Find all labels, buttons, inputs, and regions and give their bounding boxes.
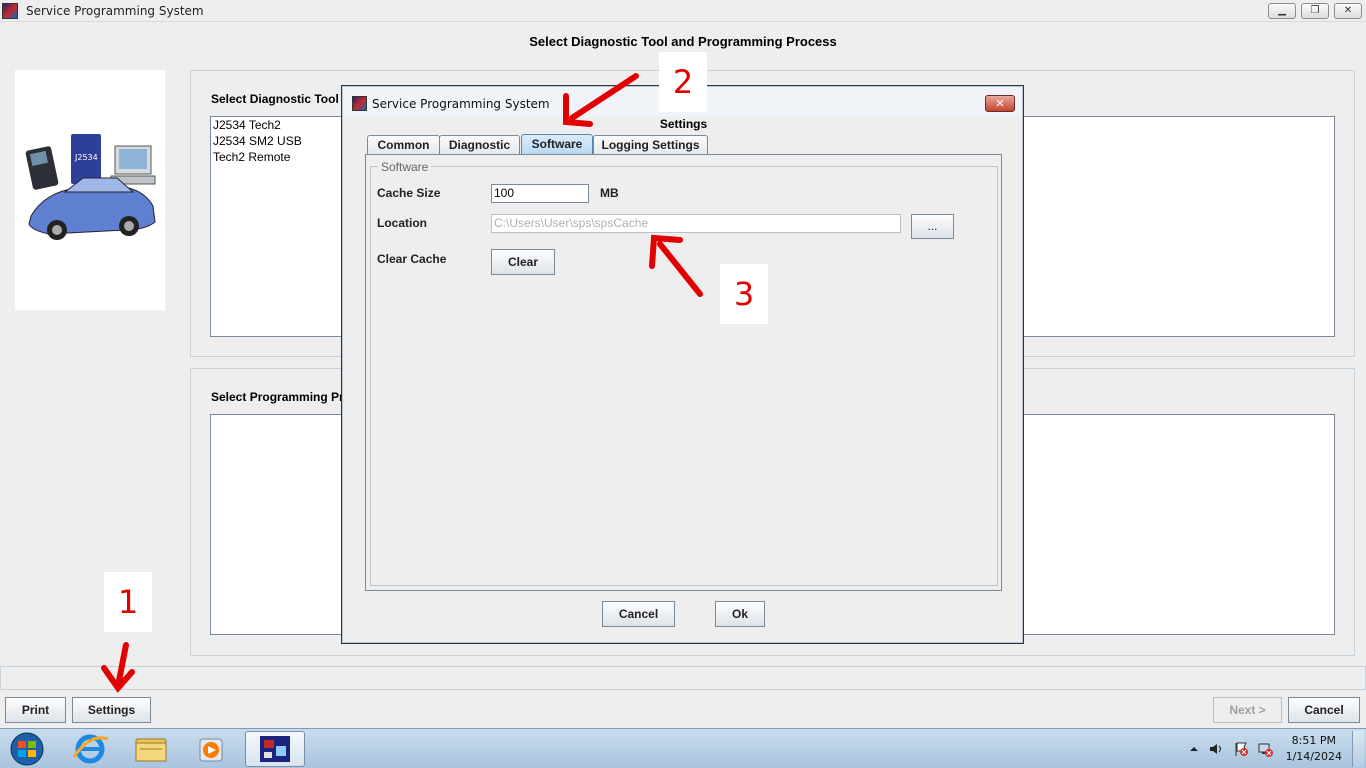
show-desktop-button[interactable] xyxy=(1352,731,1364,767)
windows-start-orb-icon xyxy=(10,732,44,766)
taskbar-file-explorer[interactable] xyxy=(122,731,178,767)
dialog-cancel-button[interactable]: Cancel xyxy=(602,601,675,627)
dialog-app-icon xyxy=(352,96,367,111)
taskbar-service-programming-system[interactable] xyxy=(245,731,305,767)
cache-size-label: Cache Size xyxy=(377,186,441,200)
volume-icon[interactable] xyxy=(1208,741,1224,757)
cache-size-unit: MB xyxy=(600,186,619,200)
tab-diagnostic[interactable]: Diagnostic xyxy=(439,135,520,155)
annotation-step-1: 1 xyxy=(104,572,152,632)
software-section-title: Software xyxy=(378,160,432,174)
diagnostic-tool-label: Select Diagnostic Tool xyxy=(211,92,339,106)
clock-date: 1/14/2024 xyxy=(1285,750,1342,763)
page-title: Select Diagnostic Tool and Programming P… xyxy=(529,34,837,49)
restore-button[interactable]: ❐ xyxy=(1301,3,1329,19)
dialog-title: Service Programming System xyxy=(372,97,550,111)
taskbar: 8:51 PM 1/14/2024 xyxy=(0,728,1366,768)
clock-time: 8:51 PM xyxy=(1291,734,1336,747)
window-titlebar: Service Programming System ▁ ❐ ✕ xyxy=(0,0,1366,22)
network-icon[interactable] xyxy=(1257,741,1273,757)
dialog-ok-button[interactable]: Ok xyxy=(715,601,765,627)
tab-logging-settings[interactable]: Logging Settings xyxy=(593,135,708,155)
cache-size-field[interactable]: 100 xyxy=(491,184,589,203)
taskbar-media-player[interactable] xyxy=(182,731,238,767)
next-button[interactable]: Next > xyxy=(1213,697,1282,723)
show-hidden-icons-icon[interactable] xyxy=(1186,741,1202,757)
status-bar xyxy=(0,666,1366,690)
programming-process-label: Select Programming Pr xyxy=(211,390,344,404)
folder-icon xyxy=(135,738,167,762)
taskbar-internet-explorer[interactable] xyxy=(62,731,118,767)
main-cancel-button[interactable]: Cancel xyxy=(1288,697,1360,723)
tab-software[interactable]: Software xyxy=(521,134,593,156)
logo-j2534-text: J2534 xyxy=(74,153,98,162)
browse-location-button[interactable]: ... xyxy=(911,214,954,239)
print-button[interactable]: Print xyxy=(5,697,66,723)
minimize-button[interactable]: ▁ xyxy=(1268,3,1296,19)
window-close-button[interactable]: ✕ xyxy=(1334,3,1362,19)
tab-common[interactable]: Common xyxy=(367,135,440,155)
clear-cache-label: Clear Cache xyxy=(377,252,447,266)
media-player-icon xyxy=(199,738,223,762)
location-field[interactable]: C:\Users\User\sps\spsCache xyxy=(491,214,901,233)
location-label: Location xyxy=(377,216,427,230)
settings-button[interactable]: Settings xyxy=(72,697,151,723)
sps-app-icon xyxy=(260,736,290,762)
settings-dialog: Service Programming System ✕ Settings Co… xyxy=(341,85,1024,644)
clear-cache-button[interactable]: Clear xyxy=(491,249,555,275)
logo-panel: J2534 xyxy=(15,70,165,310)
app-icon xyxy=(2,3,18,19)
annotation-step-3: 3 xyxy=(720,264,768,324)
annotation-step-2: 2 xyxy=(659,52,707,112)
window-title: Service Programming System xyxy=(26,4,204,18)
tools-and-car-logo: J2534 xyxy=(25,134,156,240)
action-center-icon[interactable] xyxy=(1233,741,1249,757)
dialog-heading: Settings xyxy=(659,117,708,131)
internet-explorer-icon xyxy=(72,734,109,764)
dialog-close-button[interactable]: ✕ xyxy=(985,95,1015,112)
start-button[interactable] xyxy=(2,731,58,767)
clock[interactable]: 8:51 PM 1/14/2024 xyxy=(1286,733,1342,765)
